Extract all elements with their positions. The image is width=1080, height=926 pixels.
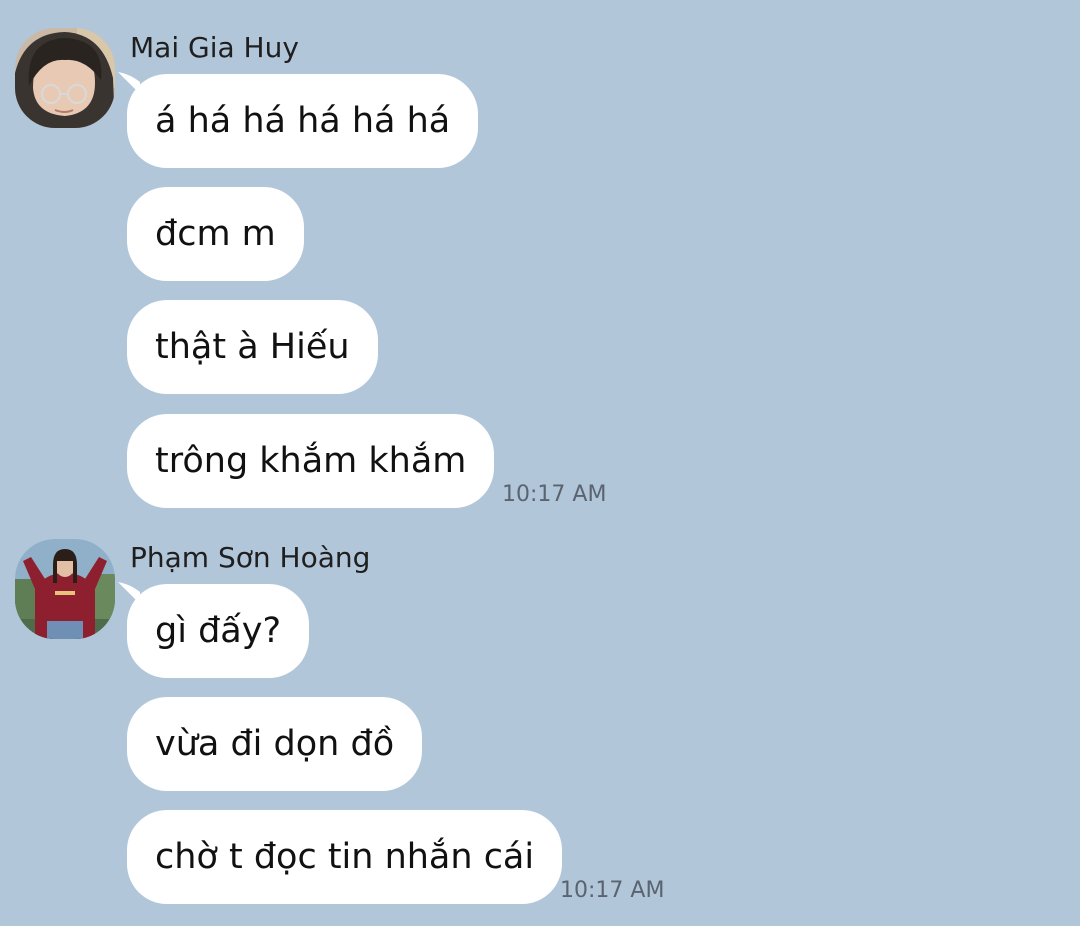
profile-photo-icon <box>15 28 115 128</box>
avatar[interactable] <box>15 28 115 128</box>
sender-name: Mai Gia Huy <box>130 31 299 64</box>
message-bubble[interactable]: trông khắm khắm <box>127 414 495 508</box>
message-bubble[interactable]: chờ t đọc tin nhắn cái <box>127 810 563 904</box>
message-bubble[interactable]: gì đấy? <box>127 584 310 678</box>
profile-photo-icon <box>15 539 115 639</box>
message-timestamp: 10:17 AM <box>502 482 607 507</box>
sender-name: Phạm Sơn Hoàng <box>130 541 371 574</box>
message-bubble[interactable]: vừa đi dọn đồ <box>127 697 423 791</box>
chat-screen: { "conversation": { "groups": [ { "sende… <box>0 0 1080 926</box>
message-timestamp: 10:17 AM <box>560 878 665 903</box>
message-bubble[interactable]: á há há há há há <box>127 74 479 168</box>
message-bubble[interactable]: thật à Hiếu <box>127 300 378 394</box>
message-bubble[interactable]: đcm m <box>127 187 304 281</box>
avatar[interactable] <box>15 539 115 639</box>
